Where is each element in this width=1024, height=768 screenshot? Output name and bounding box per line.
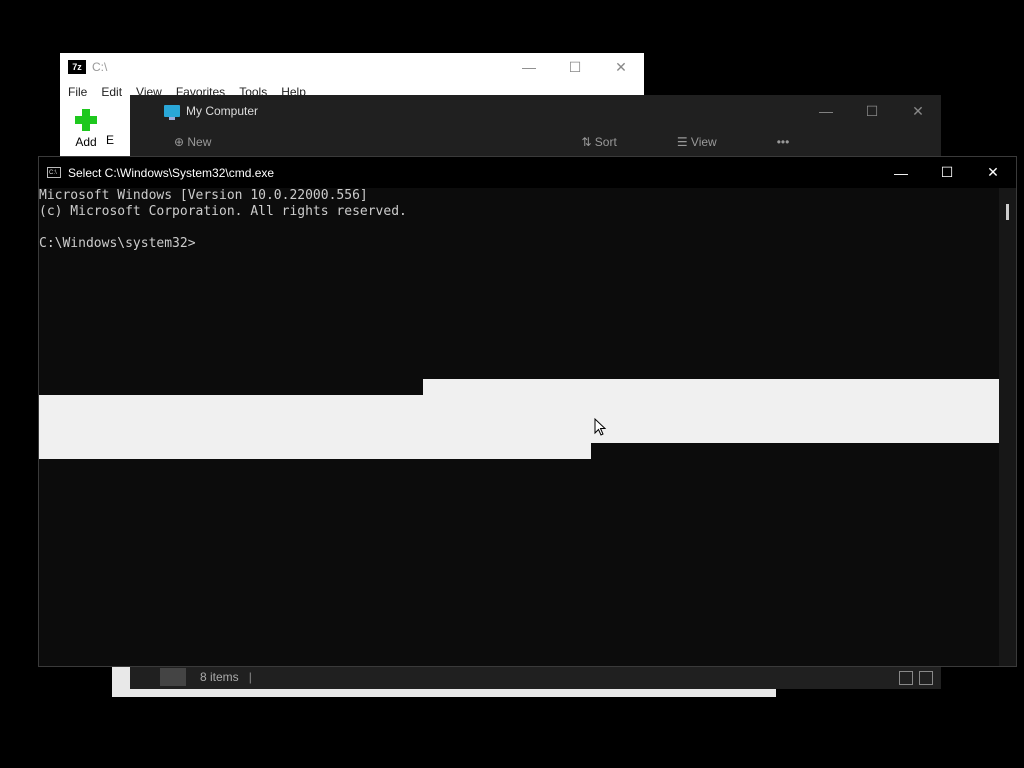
7zip-title: C:\ <box>92 60 108 74</box>
status-divider: | <box>248 670 252 684</box>
text-selection[interactable] <box>423 379 999 395</box>
cmd-scrollbar[interactable] <box>999 188 1016 666</box>
minimize-icon[interactable]: — <box>506 53 552 81</box>
explorer-title: My Computer <box>186 104 259 118</box>
details-view-icon[interactable] <box>899 671 913 685</box>
sort-label: Sort <box>594 135 617 149</box>
console-output[interactable]: Microsoft Windows [Version 10.0.22000.55… <box>39 188 999 666</box>
7zip-logo-icon: 7z <box>68 60 86 74</box>
more-icon[interactable]: ••• <box>777 135 790 149</box>
add-button[interactable]: Add <box>66 109 106 149</box>
close-icon[interactable]: ✕ <box>598 53 644 81</box>
mouse-pointer-icon <box>594 417 607 436</box>
cmd-close-icon[interactable]: ✕ <box>970 157 1016 188</box>
cmd-title-bar[interactable]: C:\ Select C:\Windows\System32\cmd.exe <box>39 157 1016 188</box>
console-prompt: C:\Windows\system32> <box>39 236 196 251</box>
menu-edit[interactable]: Edit <box>101 85 122 99</box>
cmd-minimize-icon[interactable]: — <box>878 157 924 188</box>
explorer-minimize-icon[interactable]: — <box>803 95 849 127</box>
view-label: View <box>690 135 717 149</box>
status-thumbnail-icon <box>160 668 186 686</box>
explorer-maximize-icon[interactable]: ☐ <box>849 95 895 127</box>
computer-icon <box>164 105 180 120</box>
new-label: New <box>187 135 212 149</box>
console-line: Microsoft Windows [Version 10.0.22000.55… <box>39 188 368 203</box>
text-selection[interactable] <box>39 395 999 443</box>
cmd-icon: C:\ <box>47 167 61 178</box>
new-button[interactable]: ⊕ New <box>174 135 241 149</box>
console-line: (c) Microsoft Corporation. All rights re… <box>39 204 407 219</box>
view-button[interactable]: ☰ View <box>677 135 747 149</box>
maximize-icon[interactable]: ☐ <box>552 53 598 81</box>
item-count: 8 items <box>200 670 239 684</box>
extract-button[interactable]: E <box>106 133 114 147</box>
add-label: Add <box>75 135 97 149</box>
menu-file[interactable]: File <box>68 85 87 99</box>
add-plus-icon <box>75 109 97 131</box>
scroll-thumb[interactable] <box>1006 204 1009 220</box>
explorer-toolbar: ⊕ New ⇅ Sort ☰ View ••• <box>130 127 941 157</box>
tiles-view-icon[interactable] <box>919 671 933 685</box>
explorer-close-icon[interactable]: ✕ <box>895 95 941 127</box>
explorer-status-bar: 8 items | <box>160 665 941 689</box>
sort-button[interactable]: ⇅ Sort <box>581 135 646 149</box>
cmd-window: C:\ Select C:\Windows\System32\cmd.exe —… <box>38 156 1017 667</box>
extract-label: E <box>106 133 115 147</box>
text-selection[interactable] <box>39 443 591 459</box>
cmd-maximize-icon[interactable]: ☐ <box>924 157 970 188</box>
cmd-title: Select C:\Windows\System32\cmd.exe <box>68 165 275 180</box>
